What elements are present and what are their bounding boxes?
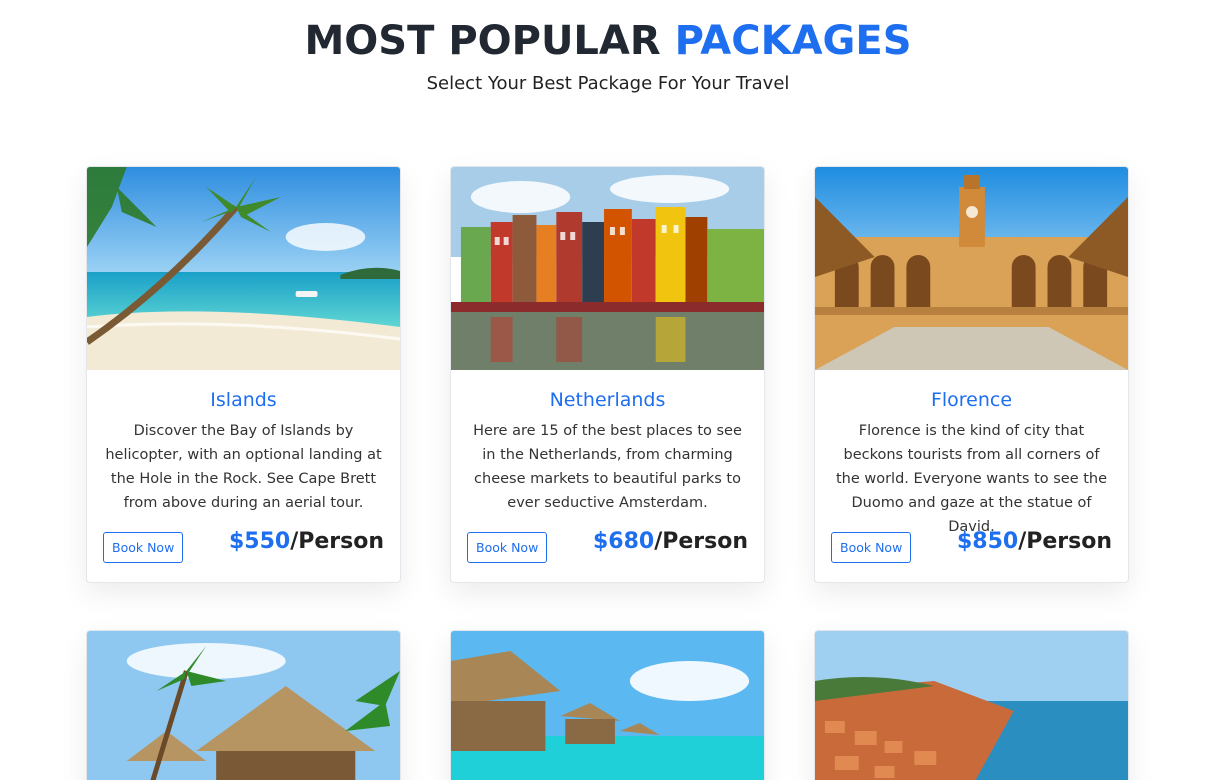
- package-card-florence: Florence Florence is the kind of city th…: [814, 166, 1129, 583]
- package-card-islands: Islands Discover the Bay of Islands by h…: [86, 166, 401, 583]
- card-footer: Book Now $550/Person: [103, 529, 384, 564]
- book-now-button[interactable]: Book Now: [831, 532, 912, 563]
- package-price: $550/Person: [229, 529, 384, 554]
- card-footer: Book Now $850/Person: [831, 529, 1112, 564]
- price-amount: $850: [956, 529, 1019, 554]
- netherlands-photo: [451, 167, 764, 370]
- price-unit: /Person: [1018, 529, 1112, 554]
- price-unit: /Person: [654, 529, 748, 554]
- package-card-netherlands: Netherlands Here are 15 of the best plac…: [450, 166, 765, 583]
- price-amount: $550: [228, 529, 291, 554]
- page-title: MOST POPULAR PACKAGES: [0, 18, 1216, 64]
- package-title: Islands: [210, 389, 277, 411]
- package-description: Discover the Bay of Islands by helicopte…: [105, 423, 382, 511]
- title-accent: PACKAGES: [674, 18, 912, 64]
- coastal-town-photo: [815, 631, 1128, 780]
- package-title: Florence: [930, 389, 1013, 411]
- islands-photo: [87, 167, 400, 370]
- section-header: MOST POPULAR PACKAGES Select Your Best P…: [0, 18, 1216, 96]
- package-card-overwater-bungalows: [86, 630, 401, 780]
- price-amount: $680: [592, 529, 655, 554]
- title-main: MOST POPULAR: [304, 18, 661, 64]
- package-card-coastal-town: [814, 630, 1129, 780]
- page-subtitle: Select Your Best Package For Your Travel: [426, 73, 790, 94]
- package-description: Here are 15 of the best places to see in…: [473, 423, 742, 511]
- package-price: $850/Person: [957, 529, 1112, 554]
- package-title: Netherlands: [549, 389, 666, 411]
- book-now-button[interactable]: Book Now: [467, 532, 548, 563]
- package-description: Florence is the kind of city that beckon…: [835, 423, 1108, 535]
- card-footer: Book Now $680/Person: [467, 529, 748, 564]
- maldives-photo: [451, 631, 764, 780]
- bungalow-photo: [87, 631, 400, 780]
- package-card-maldives: [450, 630, 765, 780]
- florence-photo: [815, 167, 1128, 370]
- book-now-button[interactable]: Book Now: [103, 532, 184, 563]
- price-unit: /Person: [290, 529, 384, 554]
- package-price: $680/Person: [593, 529, 748, 554]
